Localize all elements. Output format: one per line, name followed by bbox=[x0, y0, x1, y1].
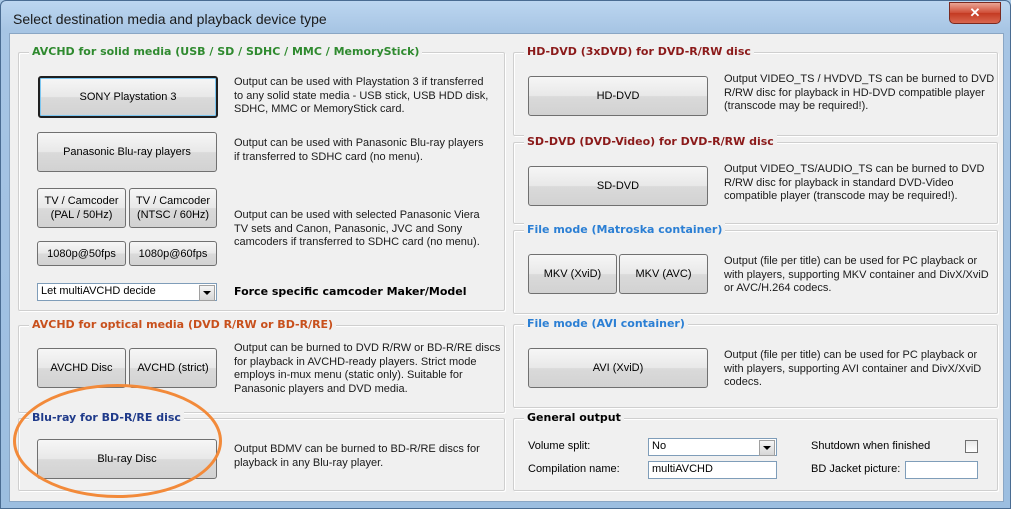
annotation-circle bbox=[13, 384, 222, 498]
camcoder-maker-label: Force specific camcoder Maker/Model bbox=[234, 285, 467, 298]
compilation-name-label: Compilation name: bbox=[528, 463, 620, 475]
dialog-window: Select destination media and playback de… bbox=[0, 0, 1011, 509]
group-mkv: File mode (Matroska container) MKV (XviD… bbox=[513, 223, 998, 314]
shutdown-label: Shutdown when finished bbox=[811, 440, 931, 452]
tv-camcoder-pal-button[interactable]: TV / Camcoder (PAL / 50Hz) bbox=[37, 188, 126, 228]
volume-split-label: Volume split: bbox=[528, 440, 591, 452]
compilation-name-input[interactable]: multiAVCHD bbox=[648, 461, 777, 479]
group-avchd-solid: AVCHD for solid media (USB / SD / SDHC /… bbox=[18, 45, 505, 311]
compilation-name-value: multiAVCHD bbox=[652, 463, 713, 475]
group-sddvd-title: SD-DVD (DVD-Video) for DVD-R/RW disc bbox=[524, 135, 777, 148]
group-avi: File mode (AVI container) AVI (XviD) Out… bbox=[513, 317, 998, 408]
1080p60-button[interactable]: 1080p@60fps bbox=[129, 241, 217, 266]
bd-jacket-label: BD Jacket picture: bbox=[811, 463, 901, 475]
panasonic-description: Output can be used with Panasonic Blu-ra… bbox=[234, 137, 484, 163]
ps3-description: Output can be used with Playstation 3 if… bbox=[234, 76, 489, 115]
chevron-down-icon[interactable] bbox=[199, 285, 215, 301]
volume-split-value: No bbox=[652, 440, 667, 452]
close-button[interactable]: ✕ bbox=[949, 2, 1001, 24]
shutdown-checkbox[interactable] bbox=[965, 440, 978, 453]
group-general-output: General output Volume split: No Compilat… bbox=[513, 411, 998, 491]
sddvd-button[interactable]: SD-DVD bbox=[528, 166, 708, 206]
sddvd-description: Output VIDEO_TS/AUDIO_TS can be burned t… bbox=[724, 163, 985, 202]
camcoder-maker-select-value: Let multiAVCHD decide bbox=[41, 285, 156, 297]
mkv-avc-button[interactable]: MKV (AVC) bbox=[619, 254, 708, 294]
mkv-description: Output (file per title) can be used for … bbox=[724, 255, 989, 294]
tv-camcoder-ntsc-button[interactable]: TV / Camcoder (NTSC / 60Hz) bbox=[129, 188, 217, 228]
avi-description: Output (file per title) can be used for … bbox=[724, 349, 982, 388]
group-hddvd-title: HD-DVD (3xDVD) for DVD-R/RW disc bbox=[524, 45, 754, 58]
avchd-optical-description: Output can be burned to DVD R/RW or BD-R… bbox=[234, 342, 501, 395]
1080p50-button[interactable]: 1080p@50fps bbox=[37, 241, 126, 266]
title-bar[interactable]: Select destination media and playback de… bbox=[1, 1, 1010, 35]
volume-split-select[interactable]: No bbox=[648, 438, 777, 456]
avchd-strict-button[interactable]: AVCHD (strict) bbox=[129, 348, 217, 388]
mkv-xvid-button[interactable]: MKV (XviD) bbox=[528, 254, 617, 294]
avchd-disc-button[interactable]: AVCHD Disc bbox=[37, 348, 126, 388]
bluray-description: Output BDMV can be burned to BD-R/RE dis… bbox=[234, 443, 480, 469]
window-title: Select destination media and playback de… bbox=[13, 11, 327, 27]
camcoder-description: Output can be used with selected Panason… bbox=[234, 209, 480, 248]
avi-xvid-button[interactable]: AVI (XviD) bbox=[528, 348, 708, 388]
hddvd-description: Output VIDEO_TS / HVDVD_TS can be burned… bbox=[724, 73, 995, 112]
chevron-down-icon[interactable] bbox=[759, 440, 775, 456]
panasonic-bluray-button[interactable]: Panasonic Blu-ray players bbox=[37, 132, 217, 172]
group-general-output-title: General output bbox=[524, 411, 624, 424]
group-sddvd: SD-DVD (DVD-Video) for DVD-R/RW disc SD-… bbox=[513, 135, 998, 224]
sony-ps3-button[interactable]: SONY Playstation 3 bbox=[38, 76, 218, 118]
group-avchd-solid-title: AVCHD for solid media (USB / SD / SDHC /… bbox=[29, 45, 423, 58]
camcoder-maker-select[interactable]: Let multiAVCHD decide bbox=[37, 283, 217, 301]
group-avi-title: File mode (AVI container) bbox=[524, 317, 688, 330]
group-mkv-title: File mode (Matroska container) bbox=[524, 223, 726, 236]
group-hddvd: HD-DVD (3xDVD) for DVD-R/RW disc HD-DVD … bbox=[513, 45, 998, 136]
bd-jacket-input[interactable] bbox=[905, 461, 978, 479]
hddvd-button[interactable]: HD-DVD bbox=[528, 76, 708, 116]
group-avchd-optical-title: AVCHD for optical media (DVD R/RW or BD-… bbox=[29, 318, 337, 331]
